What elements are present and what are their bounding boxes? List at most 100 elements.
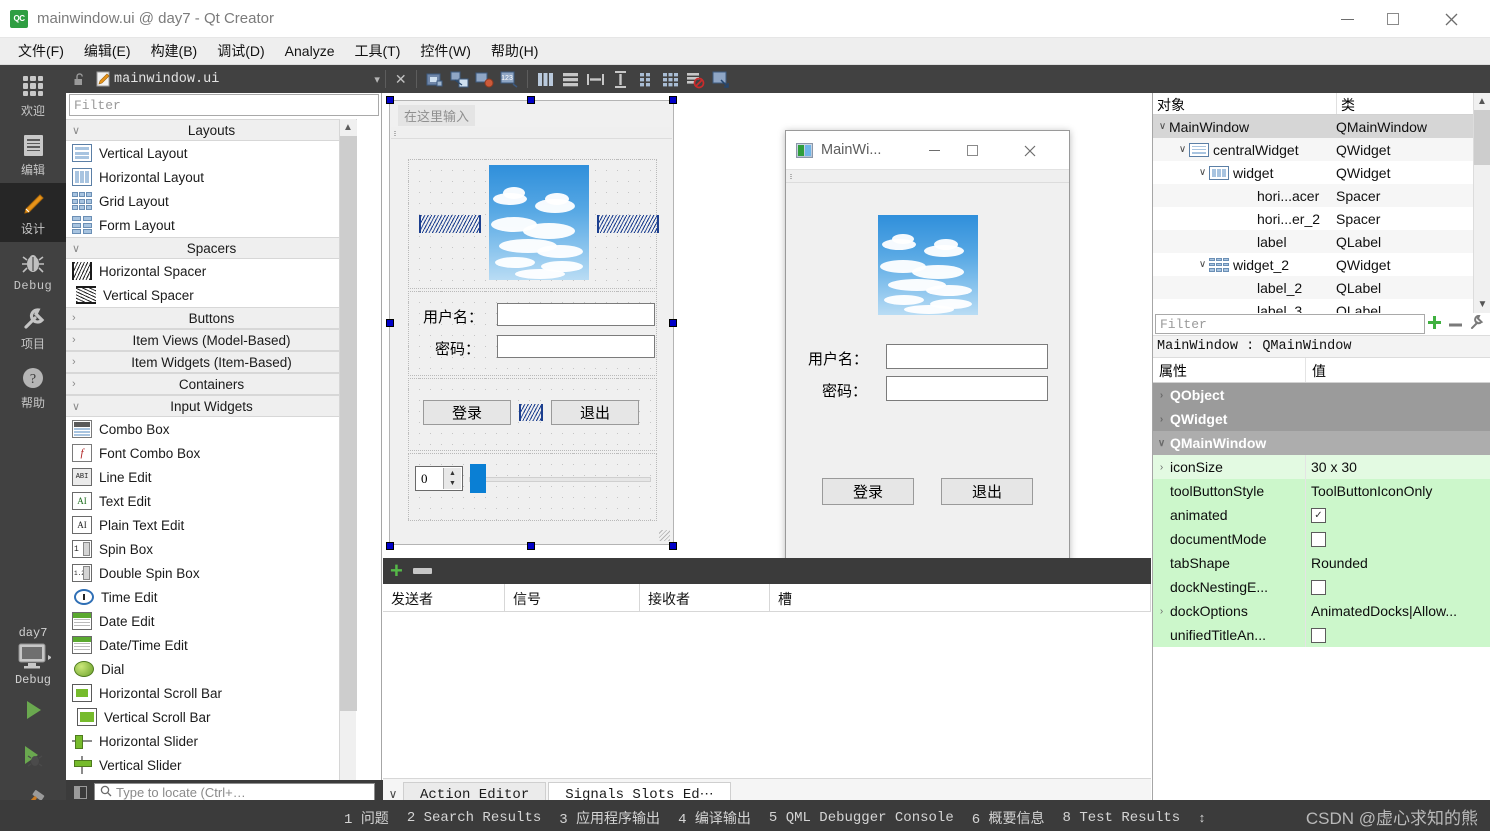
widget-item-combo-box[interactable]: Combo Box (66, 417, 357, 441)
chevron-right-icon[interactable]: › (1153, 414, 1170, 425)
layout-horizontally-tool[interactable] (536, 70, 555, 89)
tree-row-widget-2[interactable]: ∨ widget_2 QWidget (1153, 253, 1490, 276)
form-menubar[interactable] (391, 127, 672, 139)
menu-edit[interactable]: 编辑(E) (74, 38, 141, 64)
spin-box[interactable]: 0 ▲ ▼ (415, 466, 463, 491)
username-input[interactable] (497, 303, 655, 326)
login-button[interactable]: 登录 (423, 400, 511, 425)
window-minimize-button[interactable] (1324, 0, 1370, 38)
horizontal-spacer-3[interactable] (519, 404, 543, 421)
widget-item-text-edit[interactable]: AI Text Edit (66, 489, 357, 513)
widget-item-grid-layout[interactable]: Grid Layout (66, 189, 357, 213)
layout-form-tool[interactable] (636, 70, 655, 89)
monitor-icon[interactable] (0, 642, 66, 672)
widget-item-horizontal-spacer[interactable]: Horizontal Spacer (66, 259, 357, 283)
layout-grid-tool[interactable] (661, 70, 680, 89)
spin-up-icon[interactable]: ▲ (444, 468, 461, 479)
run-button[interactable] (0, 687, 66, 733)
scroll-up-icon[interactable]: ▲ (1474, 93, 1490, 110)
debug-run-button[interactable] (0, 733, 66, 779)
widget-item-font-combo-box[interactable]: f Font Combo Box (66, 441, 357, 465)
menu-placeholder-label[interactable]: 在这里输入 (398, 105, 476, 126)
chevron-down-icon[interactable]: ∨ (1196, 167, 1209, 178)
property-column-header[interactable]: 属性 (1153, 358, 1305, 382)
output-tab-issues[interactable]: 1 问题 (335, 808, 398, 828)
menu-file[interactable]: 文件(F) (8, 38, 74, 64)
property-row-tabshape[interactable]: tabShape Rounded (1153, 551, 1490, 575)
menu-debug[interactable]: 调试(D) (207, 38, 274, 64)
adjust-size-tool[interactable] (711, 70, 730, 89)
menu-widgets[interactable]: 控件(W) (410, 38, 481, 64)
property-row-docknesting[interactable]: dockNestingE... (1153, 575, 1490, 599)
property-group-qwidget[interactable]: › QWidget (1153, 407, 1490, 431)
layout-vertically-tool[interactable] (561, 70, 580, 89)
widget-item-line-edit[interactable]: ABI Line Edit (66, 465, 357, 489)
preview-maximize-button[interactable] (953, 131, 991, 170)
widget-item-plain-text-edit[interactable]: AI Plain Text Edit (66, 513, 357, 537)
preview-window[interactable]: MainWi... 用户名： 密码： 登录 退出 (785, 130, 1070, 618)
menu-build[interactable]: 构建(B) (141, 38, 208, 64)
selection-handle-mr[interactable] (669, 319, 677, 327)
scroll-up-icon[interactable]: ▲ (340, 119, 356, 136)
widget-item-date-edit[interactable]: Date Edit (66, 609, 357, 633)
property-row-dockoptions[interactable]: › dockOptions AnimatedDocks|Allow... (1153, 599, 1490, 623)
widget-item-time-edit[interactable]: Time Edit (66, 585, 357, 609)
scrollbar-thumb[interactable] (340, 136, 357, 711)
mode-edit[interactable]: 编辑 (0, 124, 66, 183)
widget-item-double-spin-box[interactable]: 1.2 Double Spin Box (66, 561, 357, 585)
preview-minimize-button[interactable] (915, 131, 953, 170)
widget-item-vertical-layout[interactable]: Vertical Layout (66, 141, 357, 165)
chevron-down-icon[interactable]: ∨ (1176, 144, 1189, 155)
widget-category-layouts[interactable]: ∨ Layouts (66, 119, 357, 141)
output-tab-compile-output[interactable]: 4 编译输出 (669, 808, 760, 828)
widget-item-vertical-slider[interactable]: Vertical Slider (66, 753, 357, 777)
add-connection-button[interactable]: + (390, 560, 403, 582)
output-tab-search-results[interactable]: 2 Search Results (398, 810, 550, 826)
chevron-down-icon[interactable]: ∨ (1196, 259, 1209, 270)
property-row-unifiedtitleandtoolbar[interactable]: unifiedTitleAn... (1153, 623, 1490, 647)
break-layout-tool[interactable] (686, 70, 705, 89)
object-inspector-scrollbar[interactable]: ▲ ▼ (1473, 93, 1490, 313)
tree-row-label[interactable]: label QLabel (1153, 230, 1490, 253)
form-size-grip[interactable] (659, 530, 670, 541)
output-tab-application-output[interactable]: 3 应用程序输出 (550, 808, 669, 828)
chevron-right-icon[interactable]: › (1153, 390, 1170, 401)
selection-handle-br[interactable] (669, 542, 677, 550)
widget-item-horizontal-scroll-bar[interactable]: Horizontal Scroll Bar (66, 681, 357, 705)
unifiedtitle-checkbox[interactable] (1311, 627, 1326, 643)
spin-box-stepper[interactable]: ▲ ▼ (443, 468, 461, 489)
tree-row-hspacer-2[interactable]: hori...er_2 Spacer (1153, 207, 1490, 230)
property-row-documentmode[interactable]: documentMode (1153, 527, 1490, 551)
slider-handle[interactable] (470, 464, 486, 493)
clouds-photo[interactable] (489, 165, 589, 280)
exit-button[interactable]: 退出 (551, 400, 639, 425)
output-pane-resize-handle[interactable]: ↕ (1189, 811, 1215, 826)
horizontal-spacer-1[interactable] (419, 215, 481, 233)
tree-row-widget[interactable]: ∨ widget QWidget (1153, 161, 1490, 184)
widget-item-vertical-spacer[interactable]: Vertical Spacer (66, 283, 357, 307)
property-value[interactable]: 30 x 30 (1305, 455, 1490, 479)
widget-item-vertical-scroll-bar[interactable]: Vertical Scroll Bar (66, 705, 357, 729)
class-column-header[interactable]: 类 (1336, 93, 1490, 114)
scroll-down-icon[interactable]: ▼ (1474, 296, 1490, 313)
property-row-iconsize[interactable]: › iconSize 30 x 30 (1153, 455, 1490, 479)
mode-debug[interactable]: Debug (0, 242, 66, 298)
mode-welcome[interactable]: 欢迎 (0, 65, 66, 124)
widget-item-spin-box[interactable]: 1 Spin Box (66, 537, 357, 561)
column-receiver[interactable]: 接收者 (640, 584, 770, 611)
tree-row-hspacer[interactable]: hori...acer Spacer (1153, 184, 1490, 207)
documentmode-checkbox[interactable] (1311, 531, 1326, 547)
wrench-icon[interactable] (1469, 315, 1484, 333)
menu-analyze[interactable]: Analyze (275, 40, 345, 62)
column-signal[interactable]: 信号 (505, 584, 640, 611)
chevron-right-icon[interactable]: › (1153, 462, 1170, 473)
output-tab-test-results[interactable]: 8 Test Results (1054, 810, 1190, 826)
widget-category-input-widgets[interactable]: ∨ Input Widgets (66, 395, 357, 417)
edit-widgets-tool[interactable] (425, 70, 444, 89)
property-group-qmainwindow[interactable]: ∨ QMainWindow (1153, 431, 1490, 455)
property-group-qobject[interactable]: › QObject (1153, 383, 1490, 407)
mode-help[interactable]: ? 帮助 (0, 357, 66, 416)
widget-category-buttons[interactable]: › Buttons (66, 307, 357, 329)
property-row-animated[interactable]: animated ✓ (1153, 503, 1490, 527)
property-value[interactable]: AnimatedDocks|Allow... (1305, 599, 1490, 623)
